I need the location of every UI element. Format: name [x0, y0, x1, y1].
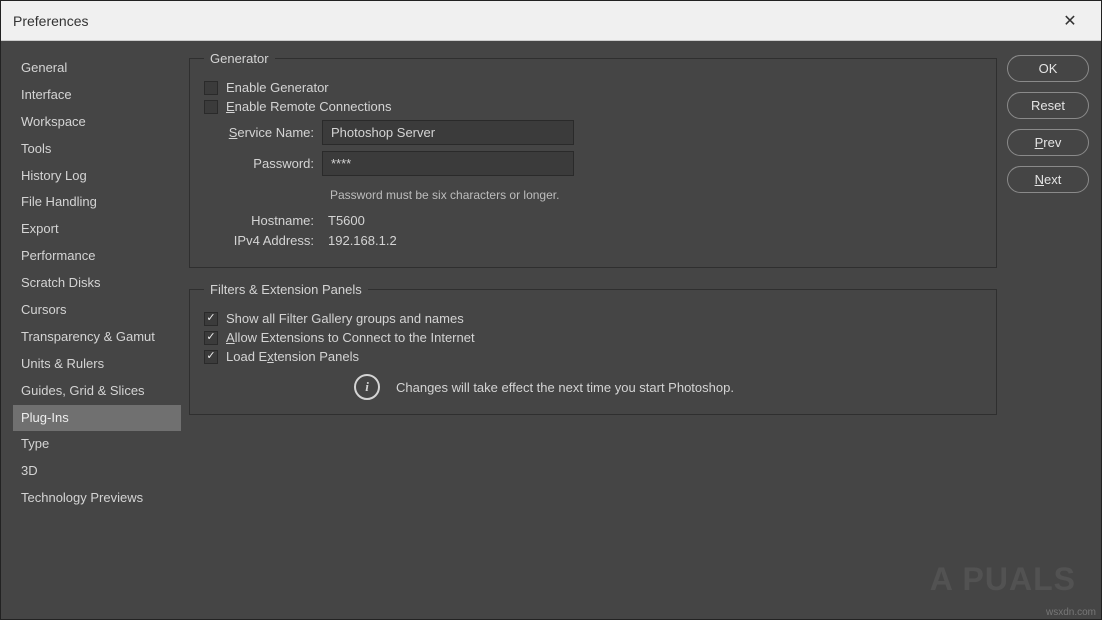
next-button[interactable]: Next [1007, 166, 1089, 193]
preferences-sidebar: General Interface Workspace Tools Histor… [13, 51, 181, 607]
generator-legend: Generator [204, 51, 275, 66]
sidebar-item-export[interactable]: Export [13, 216, 181, 243]
password-row: Password: [204, 151, 982, 176]
ok-button[interactable]: OK [1007, 55, 1089, 82]
sidebar-item-plug-ins[interactable]: Plug-Ins [13, 405, 181, 432]
titlebar: Preferences ✕ [1, 1, 1101, 41]
sidebar-item-tools[interactable]: Tools [13, 136, 181, 163]
service-name-label: Service Name: [204, 125, 322, 140]
preferences-window: Preferences ✕ General Interface Workspac… [0, 0, 1102, 620]
load-extension-label: Load Extension Panels [226, 349, 359, 364]
sidebar-item-3d[interactable]: 3D [13, 458, 181, 485]
allow-extensions-checkbox[interactable] [204, 331, 218, 345]
service-name-input[interactable] [322, 120, 574, 145]
info-row: i Changes will take effect the next time… [204, 374, 982, 400]
password-label: Password: [204, 156, 322, 171]
close-button[interactable]: ✕ [1051, 2, 1089, 40]
generator-group: Generator Enable Generator Enable Remote… [189, 51, 997, 268]
ipv4-label: IPv4 Address: [204, 233, 322, 248]
password-input[interactable] [322, 151, 574, 176]
enable-generator-label: Enable Generator [226, 80, 329, 95]
hostname-label: Hostname: [204, 213, 322, 228]
service-name-row: Service Name: [204, 120, 982, 145]
dialog-buttons: OK Reset Prev Next [1007, 51, 1089, 607]
show-all-row[interactable]: Show all Filter Gallery groups and names [204, 311, 982, 326]
sidebar-item-transparency-gamut[interactable]: Transparency & Gamut [13, 324, 181, 351]
sidebar-item-file-handling[interactable]: File Handling [13, 189, 181, 216]
sidebar-item-performance[interactable]: Performance [13, 243, 181, 270]
password-hint: Password must be six characters or longe… [330, 182, 982, 208]
sidebar-item-workspace[interactable]: Workspace [13, 109, 181, 136]
info-icon: i [354, 374, 380, 400]
sidebar-item-interface[interactable]: Interface [13, 82, 181, 109]
enable-remote-row[interactable]: Enable Remote Connections [204, 99, 982, 114]
dialog-body: General Interface Workspace Tools Histor… [1, 41, 1101, 619]
hostname-value: T5600 [322, 213, 365, 228]
hostname-row: Hostname: T5600 [204, 213, 982, 228]
filters-group: Filters & Extension Panels Show all Filt… [189, 282, 997, 415]
enable-remote-label: Enable Remote Connections [226, 99, 392, 114]
sidebar-item-scratch-disks[interactable]: Scratch Disks [13, 270, 181, 297]
enable-remote-checkbox[interactable] [204, 100, 218, 114]
sidebar-item-history-log[interactable]: History Log [13, 163, 181, 190]
window-title: Preferences [13, 13, 88, 29]
allow-extensions-label: Allow Extensions to Connect to the Inter… [226, 330, 475, 345]
enable-generator-row[interactable]: Enable Generator [204, 80, 982, 95]
load-extension-row[interactable]: Load Extension Panels [204, 349, 982, 364]
sidebar-item-cursors[interactable]: Cursors [13, 297, 181, 324]
enable-generator-checkbox[interactable] [204, 81, 218, 95]
load-extension-checkbox[interactable] [204, 350, 218, 364]
reset-button[interactable]: Reset [1007, 92, 1089, 119]
close-icon: ✕ [1063, 11, 1076, 31]
sidebar-item-units-rulers[interactable]: Units & Rulers [13, 351, 181, 378]
sidebar-item-technology-previews[interactable]: Technology Previews [13, 485, 181, 512]
sidebar-item-guides-grid-slices[interactable]: Guides, Grid & Slices [13, 378, 181, 405]
ipv4-value: 192.168.1.2 [322, 233, 397, 248]
sidebar-item-type[interactable]: Type [13, 431, 181, 458]
allow-extensions-row[interactable]: Allow Extensions to Connect to the Inter… [204, 330, 982, 345]
show-all-label: Show all Filter Gallery groups and names [226, 311, 464, 326]
sidebar-item-general[interactable]: General [13, 55, 181, 82]
filters-legend: Filters & Extension Panels [204, 282, 368, 297]
info-text: Changes will take effect the next time y… [396, 380, 734, 395]
ipv4-row: IPv4 Address: 192.168.1.2 [204, 233, 982, 248]
prev-button[interactable]: Prev [1007, 129, 1089, 156]
show-all-checkbox[interactable] [204, 312, 218, 326]
main-panel: Generator Enable Generator Enable Remote… [189, 51, 999, 607]
